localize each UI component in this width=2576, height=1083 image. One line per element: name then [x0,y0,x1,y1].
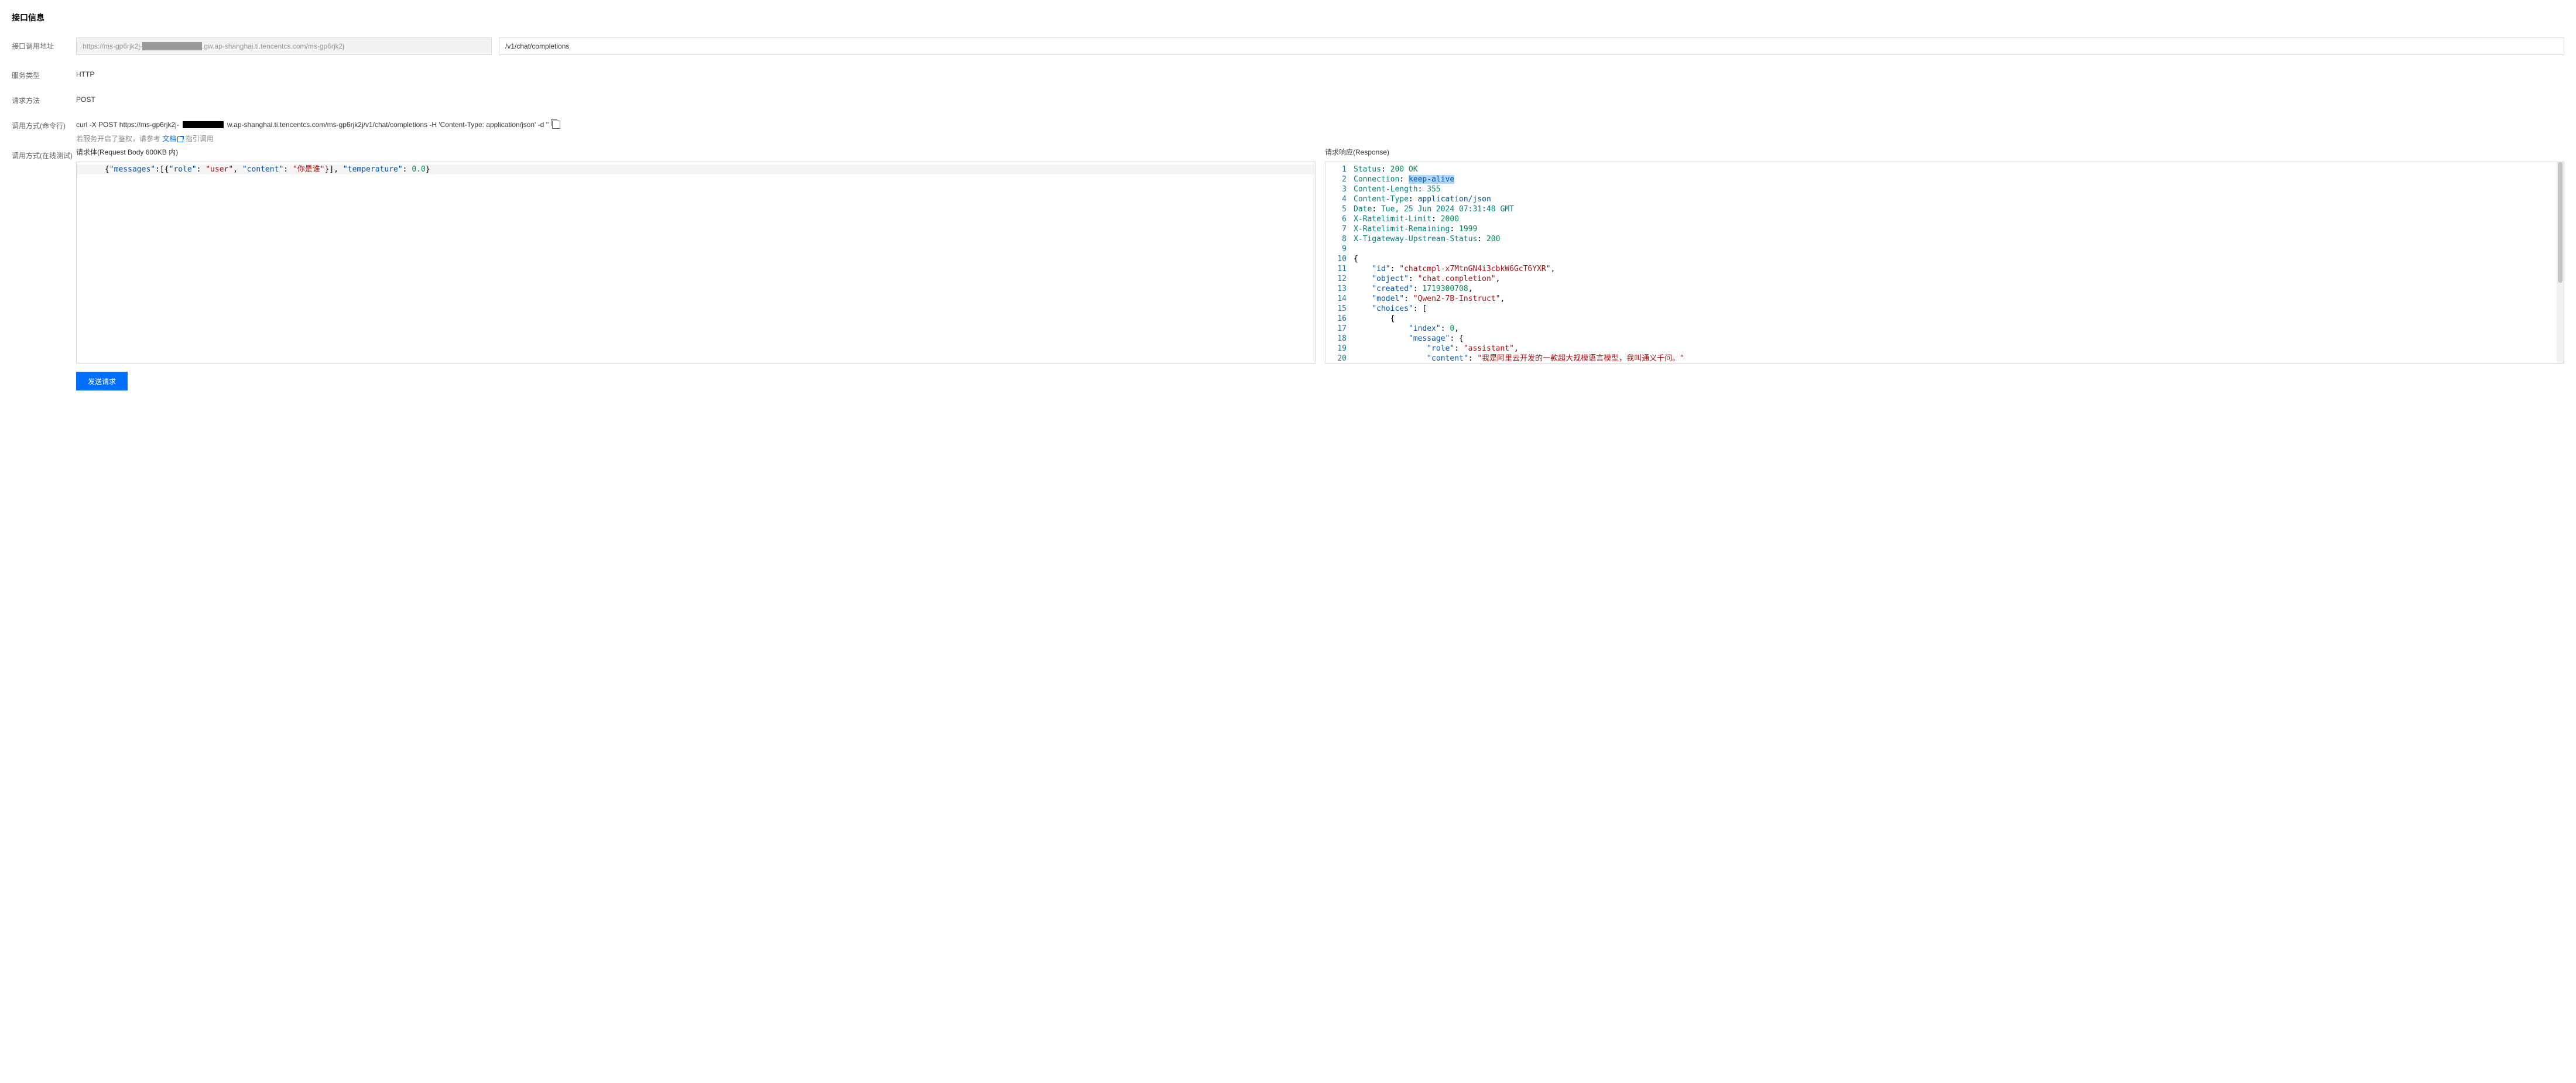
cmd-redacted [183,121,224,128]
row-online: 调用方式(在线测试) 请求体(Request Body 600KB 内) 1 {… [12,147,2564,364]
request-panel: 请求体(Request Body 600KB 内) 1 {"messages":… [76,147,1316,364]
cmd-hint-post: 指引调用 [186,135,214,143]
scrollbar[interactable] [2557,162,2564,363]
cmd-prefix: curl -X POST https://ms-gp6rjk2j- [76,121,179,129]
external-link-icon [177,136,183,142]
send-request-button[interactable]: 发送请求 [76,372,128,390]
copy-icon[interactable] [552,121,560,129]
row-service-type: 服务类型 HTTP [12,67,2564,80]
request-title: 请求体(Request Body 600KB 内) [76,147,1316,157]
response-panel: 请求响应(Response) 1234567891011121314151617… [1325,147,2564,364]
row-method: 请求方法 POST [12,92,2564,105]
service-type-value: HTTP [76,67,2564,78]
response-title: 请求响应(Response) [1325,147,2564,157]
address-base-input[interactable] [76,37,492,55]
address-label: 接口调用地址 [12,37,76,51]
row-cmd: 调用方式(命令行) curl -X POST https://ms-gp6rjk… [12,117,2564,143]
service-type-label: 服务类型 [12,67,76,80]
method-value: POST [76,92,2564,104]
response-editor[interactable]: 123456789101112131415161718192021 Status… [1325,162,2564,364]
cmd-label: 调用方式(命令行) [12,117,76,131]
section-title: 接口信息 [12,12,2564,23]
address-path-input[interactable] [499,37,2564,55]
online-label: 调用方式(在线测试) [12,147,76,160]
row-address: 接口调用地址 [12,37,2564,55]
doc-link[interactable]: 文档 [162,135,183,143]
method-label: 请求方法 [12,92,76,105]
cmd-hint-pre: 若服务开启了鉴权，请参考 [76,135,160,143]
request-editor[interactable]: 1 {"messages":[{"role": "user", "content… [76,162,1316,364]
cmd-suffix: w.ap-shanghai.ti.tencentcs.com/ms-gp6rjk… [227,121,549,129]
